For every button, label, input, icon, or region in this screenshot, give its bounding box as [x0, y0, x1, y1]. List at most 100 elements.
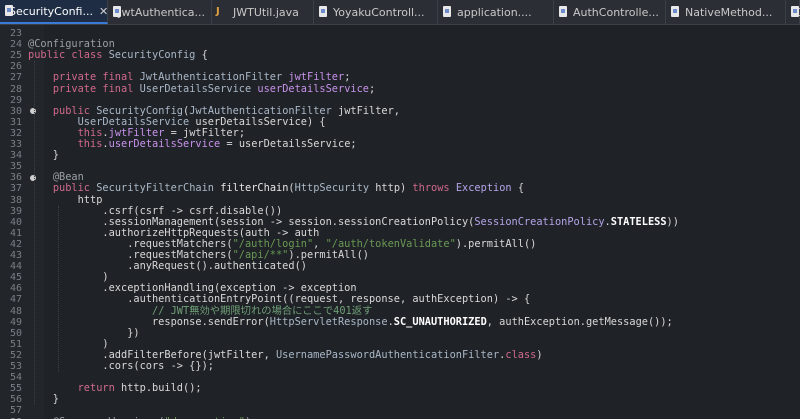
tab-6[interactable]: NativeMethod...	[666, 0, 786, 24]
line-number: 35	[9, 161, 22, 173]
code-token: Exception	[455, 182, 512, 195]
line-number: 38	[9, 194, 22, 206]
code-token: SecurityConfig	[108, 49, 202, 62]
line-number: 53	[9, 361, 22, 372]
line-number: 51	[9, 338, 22, 350]
line-number: 44	[9, 261, 22, 273]
code-token: SessionCreationPolicy	[474, 215, 605, 228]
code-token: http.build();	[121, 382, 202, 395]
line-number: 57	[9, 405, 22, 417]
code-token: )	[536, 348, 543, 361]
code-line: this.userDetailsService = userDetailsSer…	[28, 138, 357, 150]
line-number: 47	[9, 294, 22, 306]
code-token: UserDetailsService	[139, 82, 258, 95]
tab-label: JWTUtil.java	[233, 5, 299, 19]
line-number: 41	[9, 227, 22, 239]
code-token: this	[77, 138, 103, 150]
line-number: 40	[9, 216, 22, 228]
code-token: STATELESS	[610, 215, 667, 228]
java-file-icon	[318, 6, 328, 18]
code-line: .cors(cors -> {});	[28, 360, 214, 372]
code-token: }	[28, 149, 59, 162]
line-number: 43	[9, 250, 22, 261]
code-token: ))	[666, 215, 679, 228]
line-number: 49	[9, 316, 22, 328]
properties-file-icon	[442, 6, 452, 18]
code-line: private final UserDetailsService userDet…	[28, 82, 376, 95]
line-number: 27	[9, 72, 22, 84]
j-java-file-icon: J	[216, 6, 220, 17]
java-file-icon	[670, 6, 680, 18]
code-token: .cors(cors -> {});	[28, 360, 214, 372]
code-token: = userDetailsService;	[220, 138, 357, 150]
line-number: 25	[9, 50, 22, 62]
tab-3[interactable]: YoyakuControll...	[314, 0, 438, 24]
code-line: }	[28, 394, 59, 405]
line-number: 55	[9, 383, 22, 395]
code-token: userDetailsService	[257, 82, 369, 95]
line-number: 50	[9, 327, 22, 339]
code-token: userDetailsService	[108, 138, 221, 150]
line-number: 54	[9, 372, 22, 384]
tab-label: NativeMethod...	[685, 5, 773, 19]
line-number: 56	[9, 394, 22, 406]
code-token: class	[505, 348, 537, 361]
code-token: SecurityFilterChain	[96, 182, 221, 195]
line-number: 32	[9, 127, 22, 139]
code-token: HttpServletResponse	[269, 315, 388, 328]
indent-guide	[34, 61, 35, 406]
code-token: ;	[369, 82, 376, 95]
line-number: 46	[9, 283, 22, 295]
indent-guide	[58, 205, 59, 373]
code-token: throws	[412, 182, 456, 195]
code-token: {	[511, 182, 525, 195]
java-file-icon	[112, 6, 124, 18]
tab-5[interactable]: AuthControlle...	[554, 0, 666, 24]
code-token: }	[28, 393, 59, 406]
code-token: {	[201, 49, 208, 62]
line-number: 31	[9, 116, 22, 128]
line-number: 33	[9, 139, 22, 150]
line-number: 34	[9, 150, 22, 162]
line-number: 28	[9, 83, 22, 95]
code-token: http)	[375, 182, 413, 195]
line-number: 23	[9, 28, 22, 39]
line-number: 30	[9, 105, 22, 117]
line-number: 26	[9, 61, 22, 73]
tab-1[interactable]: JwtAuthentica...	[108, 0, 212, 24]
tab-label: YoyakuControll...	[333, 5, 425, 19]
line-number: 48	[9, 305, 22, 317]
line-number: 45	[9, 272, 22, 284]
code-token: HttpSecurity	[294, 182, 376, 195]
tab-0[interactable]: SecurityConfi... ✕	[0, 0, 108, 24]
tab-2[interactable]: J JWTUtil.java	[212, 0, 314, 24]
line-number: 36	[9, 172, 22, 184]
tab-label: SecurityConfi...	[9, 4, 93, 18]
code-token: private final	[52, 82, 140, 95]
code-editor[interactable]: 23 24 25 26 27 28 29 30 31 32 33 34 35 36 37 38 39 40 41 42…	[0, 25, 800, 419]
code-line: public class SecurityConfig {	[28, 50, 208, 61]
close-tab-icon[interactable]: ✕	[99, 5, 108, 18]
line-number: 39	[9, 205, 22, 217]
java-file-icon	[558, 6, 568, 18]
code-token: jwtFilter,	[338, 104, 401, 117]
code-token: UsernamePasswordAuthenticationFilter	[275, 348, 500, 361]
code-token: filterChain	[220, 182, 289, 195]
code-token: "deprecation"	[164, 416, 245, 419]
tab-4[interactable]: application....	[438, 0, 554, 24]
code-line: }	[28, 150, 59, 161]
code-token: SC_UNAUTHORIZED	[393, 315, 487, 328]
line-number: 37	[9, 183, 22, 195]
line-number: 24	[9, 39, 22, 51]
tab-label: AuthControlle...	[573, 5, 659, 19]
tab-label: JwtAuthentica...	[118, 5, 205, 19]
line-number: 29	[9, 94, 22, 106]
code-token: , authException.getMessage());	[486, 315, 673, 328]
tab-7[interactable]: Custom	[786, 0, 800, 24]
code-token: return	[77, 382, 122, 395]
line-number: 42	[9, 238, 22, 250]
code-token: public class	[28, 49, 109, 62]
code-token: )	[245, 416, 251, 419]
